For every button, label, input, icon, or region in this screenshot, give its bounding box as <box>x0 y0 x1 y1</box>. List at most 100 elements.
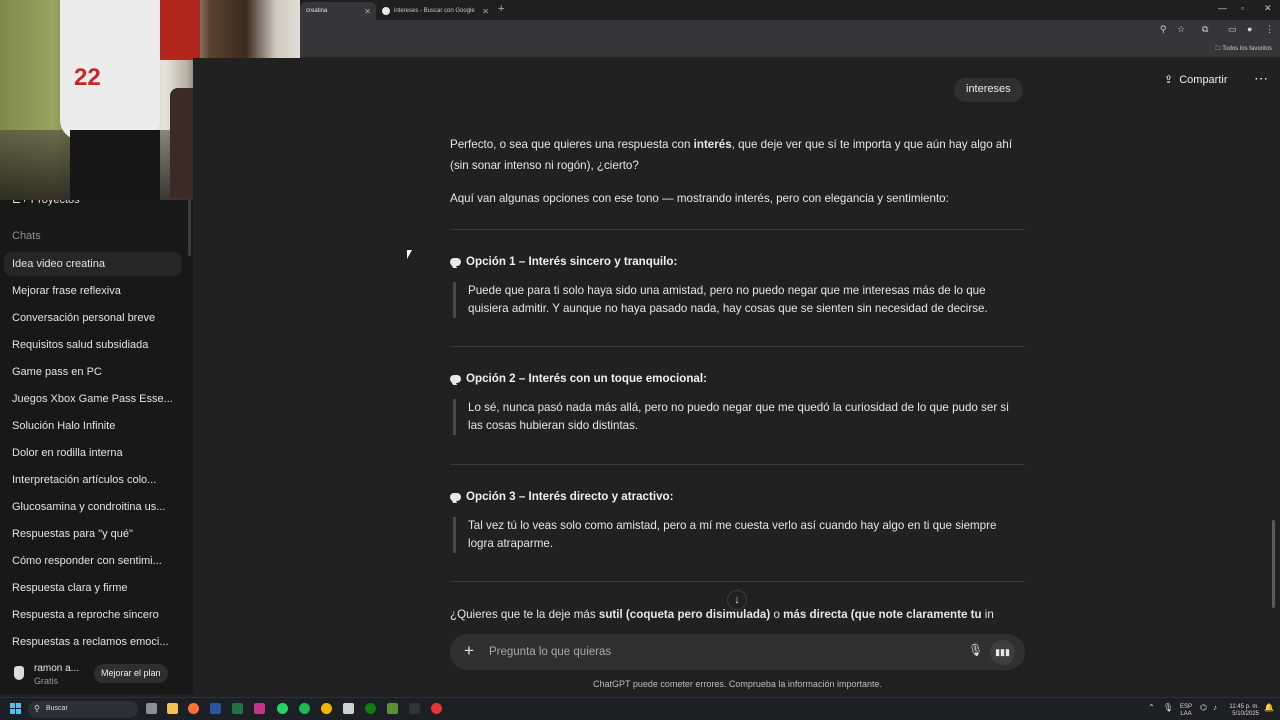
tray-expand-icon[interactable]: ⌃ <box>1148 704 1155 712</box>
prompt-input[interactable] <box>489 644 949 660</box>
closing-text: ¿Quieres que te la deje más <box>450 608 599 621</box>
chat-item[interactable]: Game pass en PC <box>4 360 182 384</box>
speech-bubble-icon <box>450 492 461 501</box>
store-icon[interactable] <box>343 703 354 714</box>
star-icon[interactable]: ☆ <box>1177 24 1185 35</box>
volume-icon[interactable]: ♪ <box>1213 704 1217 712</box>
network-icon[interactable]: ⌬ <box>1200 704 1207 712</box>
divider <box>450 464 1025 465</box>
chat-item[interactable]: Conversación personal breve <box>4 306 182 330</box>
sidepanel-icon[interactable]: ▭ <box>1228 24 1237 35</box>
option-title-text: Opción 1 – Interés sincero y tranquilo: <box>466 255 678 268</box>
option-2-quote: Lo sé, nunca pasó nada más allá, pero no… <box>453 399 1025 435</box>
excel-icon[interactable] <box>232 703 243 714</box>
tab-creatina[interactable]: creatina ✕ <box>300 2 376 20</box>
screen: creatina ✕ intereses - Buscar con Google… <box>0 0 1280 720</box>
chat-item[interactable]: Cómo responder con sentimi... <box>4 549 182 573</box>
webcam-person-pants <box>70 130 160 200</box>
xbox-icon[interactable] <box>365 703 376 714</box>
option-3-title: Opción 3 – Interés directo y atractivo: <box>450 490 673 503</box>
option-2-title: Opción 2 – Interés con un toque emociona… <box>450 372 707 385</box>
chat-item[interactable]: Respuestas para "y qué" <box>4 522 182 546</box>
disclaimer: ChatGPT puede cometer errores. Comprueba… <box>593 679 882 689</box>
chat-item[interactable]: Respuesta clara y firme <box>4 576 182 600</box>
composer: + 🎙 ▮▮▮ <box>450 634 1025 670</box>
browser-menu-icon[interactable]: ⋮ <box>1265 24 1274 35</box>
mouse-cursor-icon <box>407 250 412 259</box>
tray-mic-icon[interactable]: 🎙 <box>1163 704 1173 712</box>
tab-google-search[interactable]: intereses - Buscar con Google ✕ <box>376 2 494 20</box>
speech-bubble-icon <box>450 257 461 266</box>
user-message: intereses <box>954 78 1023 102</box>
divider <box>450 581 1025 582</box>
minecraft-icon[interactable] <box>387 703 398 714</box>
assistant-intro-2: Aquí van algunas opciones con ese tono —… <box>450 192 949 205</box>
chat-item[interactable]: Respuesta a reproche sincero <box>4 603 182 627</box>
upgrade-plan-button[interactable]: Mejorar el plan <box>94 664 168 683</box>
zoom-icon[interactable]: ⚲ <box>1160 24 1167 35</box>
minimize-icon[interactable]: — <box>1218 3 1227 13</box>
all-bookmarks-link[interactable]: 🗀 Todos los favoritos <box>1215 44 1272 54</box>
chat-item[interactable]: Glucosamina y condroitina us... <box>4 495 182 519</box>
search-icon: ⚲ <box>34 704 40 713</box>
file-explorer-icon[interactable] <box>167 703 178 714</box>
chat-item[interactable]: Solución Halo Infinite <box>4 414 182 438</box>
divider <box>450 229 1025 230</box>
layout-code: LAA <box>1180 711 1192 717</box>
windows-start-icon[interactable] <box>10 703 22 715</box>
firefox-icon[interactable] <box>188 703 199 714</box>
intro-text: Perfecto, o sea que quieres una respuest… <box>450 138 694 151</box>
closing-bold: sutil (coqueta pero disimulada) <box>598 608 771 621</box>
language-indicator[interactable]: ESP LAA <box>1180 704 1192 718</box>
notifications-icon[interactable]: 🔔 <box>1264 704 1274 712</box>
taskbar-search[interactable]: ⚲ Buscar <box>28 701 138 718</box>
profile-icon[interactable]: ● <box>1247 24 1252 34</box>
chat-item[interactable]: Dolor en rodilla interna <box>4 441 182 465</box>
spotify-icon[interactable] <box>299 703 310 714</box>
share-button[interactable]: ⇪ Compartir <box>1164 73 1228 87</box>
app-icon[interactable] <box>431 703 442 714</box>
option-title-text: Opción 2 – Interés con un toque emociona… <box>466 372 707 385</box>
epic-icon[interactable] <box>409 703 420 714</box>
windows-taskbar: ⚲ Buscar ⌃ 🎙 ESP LAA ⌬ ♪ 11:45 p. m. 5/1… <box>0 697 1280 720</box>
chat-item[interactable]: Interpretación artículos colo... <box>4 468 182 492</box>
closing-text: o <box>770 608 784 621</box>
user-account-row[interactable]: ramon a... Gratis Mejorar el plan <box>0 656 193 694</box>
chat-item[interactable]: Respuestas a reclamos emoci... <box>4 630 182 654</box>
add-attachment-button[interactable]: + <box>464 641 474 661</box>
chats-header: Chats <box>12 230 41 242</box>
jersey-number: 22 <box>74 64 101 91</box>
whatsapp-icon[interactable] <box>277 703 288 714</box>
maximize-icon[interactable]: ▫ <box>1241 3 1244 13</box>
close-tab-icon[interactable]: ✕ <box>364 7 371 16</box>
divider <box>450 346 1025 347</box>
google-icon <box>382 7 390 15</box>
chat-scrollbar[interactable] <box>1272 520 1275 608</box>
intro-bold: interés <box>693 138 732 151</box>
chat-item[interactable]: Juegos Xbox Game Pass Esse... <box>4 387 182 411</box>
extensions-icon[interactable]: ⧉ <box>1202 24 1208 35</box>
closing-bold: más directa (que note claramente tu <box>783 608 982 621</box>
scroll-down-button[interactable]: ↓ <box>727 590 747 610</box>
clock[interactable]: 11:45 p. m. 5/10/2025 <box>1229 704 1259 718</box>
chrome-icon[interactable] <box>321 703 332 714</box>
close-tab-icon[interactable]: ✕ <box>482 7 489 16</box>
voice-mode-button[interactable]: ▮▮▮ <box>990 640 1015 665</box>
task-view-icon[interactable] <box>146 703 157 714</box>
option-title-text: Opción 3 – Interés directo y atractivo: <box>466 490 674 503</box>
chat-item[interactable]: Mejorar frase reflexiva <box>4 279 182 303</box>
microphone-icon[interactable]: 🎙 <box>968 643 983 657</box>
language-code: ESP <box>1180 704 1193 710</box>
user-name: ramon a... <box>34 663 80 674</box>
taskbar-search-label: Buscar <box>46 705 68 712</box>
word-icon[interactable] <box>210 703 221 714</box>
clock-time: 11:45 p. m. <box>1229 704 1259 710</box>
new-tab-button[interactable]: + <box>498 3 504 15</box>
speech-bubble-icon <box>450 374 461 383</box>
more-options-icon[interactable]: ⋯ <box>1254 70 1268 87</box>
chat-item[interactable]: Idea video creatina <box>4 252 182 276</box>
webcam-red-fabric <box>156 0 200 60</box>
chat-item[interactable]: Requisitos salud subsidiada <box>4 333 182 357</box>
instagram-icon[interactable] <box>254 703 265 714</box>
close-window-icon[interactable]: ✕ <box>1264 3 1272 14</box>
